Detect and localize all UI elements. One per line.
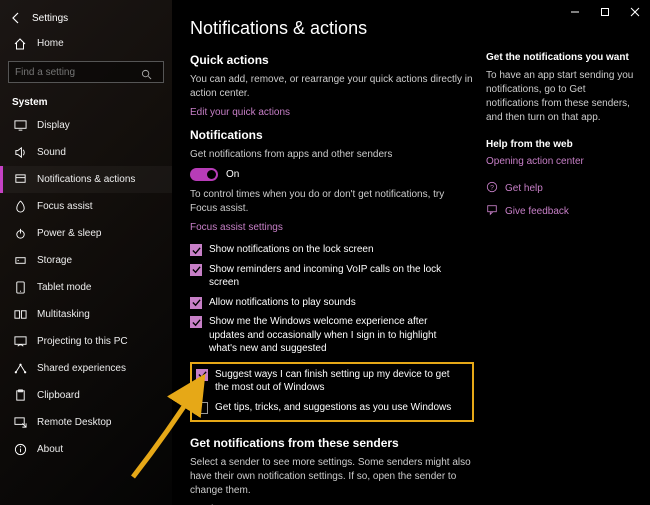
nav-label: Tablet mode	[37, 282, 91, 293]
maximize-button[interactable]	[590, 0, 620, 24]
close-button[interactable]	[620, 0, 650, 24]
svg-text:?: ?	[490, 185, 494, 192]
nav-focus-assist[interactable]: Focus assist	[0, 193, 172, 220]
check-label: Allow notifications to play sounds	[209, 296, 356, 310]
clipboard-icon	[13, 389, 27, 403]
focus-assist-link[interactable]: Focus assist settings	[190, 222, 474, 233]
home-icon	[13, 37, 27, 51]
nav-clipboard[interactable]: Clipboard	[0, 382, 172, 409]
shared-icon	[13, 362, 27, 376]
nav-sound[interactable]: Sound	[0, 139, 172, 166]
check-label: Suggest ways I can finish setting up my …	[215, 368, 466, 395]
check-voip[interactable]	[190, 264, 202, 276]
feedback-icon	[486, 204, 498, 219]
notifications-toggle[interactable]	[190, 168, 218, 181]
tablet-icon	[13, 281, 27, 295]
aside-want-heading: Get the notifications you want	[486, 52, 636, 63]
storage-icon	[13, 254, 27, 268]
check-welcome[interactable]	[190, 316, 202, 328]
notifications-desc: Get notifications from apps and other se…	[190, 148, 474, 162]
help-icon: ?	[486, 181, 498, 196]
page-title: Notifications & actions	[190, 18, 474, 39]
nav-label: Storage	[37, 255, 72, 266]
check-label: Get tips, tricks, and suggestions as you…	[215, 401, 451, 415]
multitasking-icon	[13, 308, 27, 322]
nav-label: Multitasking	[37, 309, 90, 320]
check-label: Show me the Windows welcome experience a…	[209, 315, 460, 356]
aside: Get the notifications you want To have a…	[486, 8, 636, 505]
about-icon	[13, 443, 27, 457]
help-label: Get help	[505, 183, 543, 194]
nav-label: Shared experiences	[37, 363, 126, 374]
check-lock-screen[interactable]	[190, 244, 202, 256]
nav-remote[interactable]: Remote Desktop	[0, 409, 172, 436]
give-feedback-link[interactable]: Give feedback	[486, 204, 636, 219]
nav-home[interactable]: Home	[0, 30, 172, 57]
check-label: Show reminders and incoming VoIP calls o…	[209, 263, 460, 290]
display-icon	[13, 119, 27, 133]
nav-storage[interactable]: Storage	[0, 247, 172, 274]
sound-icon	[13, 146, 27, 160]
minimize-button[interactable]	[560, 0, 590, 24]
aside-web-heading: Help from the web	[486, 139, 636, 150]
sidebar: Settings Home System Display S	[0, 0, 172, 505]
senders-desc: Select a sender to see more settings. So…	[190, 456, 474, 498]
nav-power[interactable]: Power & sleep	[0, 220, 172, 247]
nav-label: Notifications & actions	[37, 174, 135, 185]
aside-web-link[interactable]: Opening action center	[486, 156, 636, 167]
notifications-icon	[13, 173, 27, 187]
projecting-icon	[13, 335, 27, 349]
nav-multitasking[interactable]: Multitasking	[0, 301, 172, 328]
nav-label: Power & sleep	[37, 228, 101, 239]
quick-actions-heading: Quick actions	[190, 53, 474, 67]
feedback-label: Give feedback	[505, 206, 569, 217]
nav-about[interactable]: About	[0, 436, 172, 463]
window-controls	[560, 0, 650, 24]
highlight-annotation: Suggest ways I can finish setting up my …	[190, 362, 474, 423]
nav-label: Clipboard	[37, 390, 80, 401]
check-tips[interactable]	[196, 402, 208, 414]
nav-label: About	[37, 444, 63, 455]
nav-projecting[interactable]: Projecting to this PC	[0, 328, 172, 355]
nav-label: Focus assist	[37, 201, 93, 212]
edit-quick-actions-link[interactable]: Edit your quick actions	[190, 107, 474, 118]
check-sounds[interactable]	[190, 297, 202, 309]
check-finish-setup[interactable]	[196, 369, 208, 381]
nav-notifications[interactable]: Notifications & actions	[0, 166, 172, 193]
senders-heading: Get notifications from these senders	[190, 436, 474, 450]
nav-label: Remote Desktop	[37, 417, 111, 428]
check-label: Show notifications on the lock screen	[209, 243, 374, 257]
toggle-state: On	[226, 169, 239, 180]
section-label: System	[0, 89, 172, 112]
nav-label: Projecting to this PC	[37, 336, 128, 347]
remote-icon	[13, 416, 27, 430]
nav-display[interactable]: Display	[0, 112, 172, 139]
focus-icon	[13, 200, 27, 214]
aside-want-desc: To have an app start sending you notific…	[486, 69, 636, 125]
focus-times-desc: To control times when you do or don't ge…	[190, 188, 474, 216]
search-icon	[141, 69, 152, 83]
nav-label: Sound	[37, 147, 66, 158]
notifications-heading: Notifications	[190, 128, 474, 142]
nav-tablet[interactable]: Tablet mode	[0, 274, 172, 301]
nav-shared[interactable]: Shared experiences	[0, 355, 172, 382]
main: Notifications & actions Quick actions Yo…	[172, 0, 650, 505]
app-title: Settings	[32, 13, 68, 24]
nav-label: Display	[37, 120, 70, 131]
quick-actions-desc: You can add, remove, or rearrange your q…	[190, 73, 474, 101]
nav-label: Home	[37, 38, 64, 49]
back-icon[interactable]	[8, 10, 24, 26]
get-help-link[interactable]: ? Get help	[486, 181, 636, 196]
power-icon	[13, 227, 27, 241]
